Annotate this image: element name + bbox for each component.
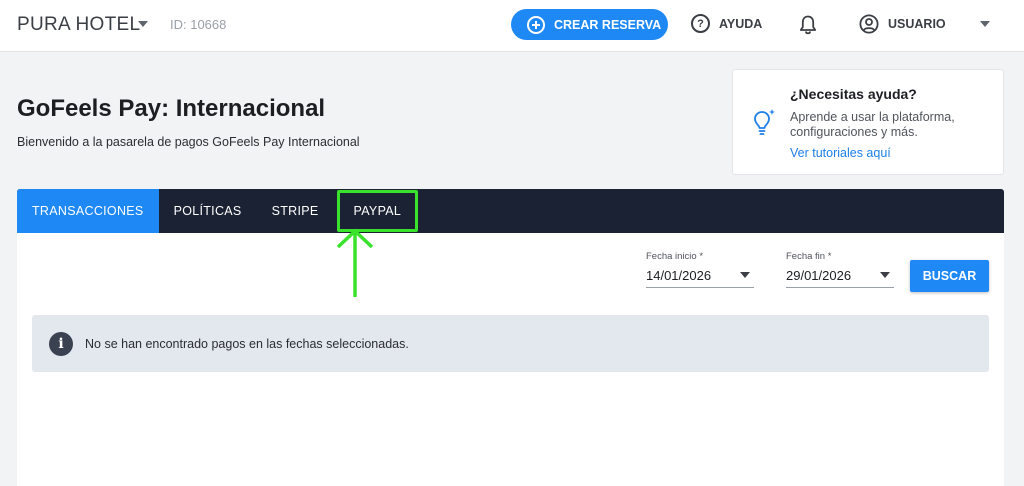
help-card-title: ¿Necesitas ayuda? [790, 86, 917, 102]
tutoriales-link[interactable]: Ver tutoriales aquí [790, 146, 891, 160]
fecha-fin-label: Fecha fin * [786, 251, 832, 262]
chevron-down-icon [740, 272, 750, 278]
fecha-inicio-field: Fecha inicio * 14/01/2026 [646, 251, 754, 288]
bell-icon[interactable] [798, 14, 818, 36]
hotel-name[interactable]: PURA HOTEL [17, 14, 140, 36]
page-title: GoFeels Pay: Internacional [17, 95, 326, 122]
alert-text: No se han encontrado pagos en las fechas… [85, 336, 409, 351]
user-circle-icon [859, 14, 879, 34]
annotation-arrow-up-icon [336, 228, 374, 297]
help-card-text: Aprende a usar la plataforma, configurac… [790, 110, 955, 139]
usuario-menu[interactable]: USUARIO [859, 14, 946, 34]
lightbulb-icon [754, 109, 775, 135]
fecha-fin-select[interactable]: 29/01/2026 [786, 268, 894, 288]
no-payments-alert: i No se han encontrado pagos en las fech… [32, 315, 989, 372]
tab-politicas[interactable]: POLÍTICAS [159, 189, 257, 233]
tab-stripe[interactable]: STRIPE [257, 189, 334, 233]
info-icon: i [49, 331, 73, 356]
ayuda-button[interactable]: ? AYUDA [691, 14, 762, 33]
plus-circle-icon [527, 15, 545, 34]
help-circle-icon: ? [691, 14, 710, 33]
top-bar: PURA HOTEL ID: 10668 CREAR RESERVA ? AYU… [0, 0, 1024, 52]
hotel-id: ID: 10668 [170, 17, 227, 32]
ayuda-label: AYUDA [719, 16, 763, 31]
fecha-inicio-label: Fecha inicio * [646, 251, 704, 262]
crear-reserva-button[interactable]: CREAR RESERVA [511, 9, 668, 40]
page-subtitle: Bienvenido a la pasarela de pagos GoFeel… [17, 135, 360, 149]
crear-reserva-label: CREAR RESERVA [554, 17, 662, 32]
fecha-fin-field: Fecha fin * 29/01/2026 [786, 251, 894, 288]
buscar-button[interactable]: BUSCAR [910, 260, 989, 292]
usuario-label: USUARIO [888, 17, 946, 31]
help-card: ¿Necesitas ayuda? Aprende a usar la plat… [732, 69, 1004, 175]
fecha-inicio-select[interactable]: 14/01/2026 [646, 268, 754, 288]
tab-transacciones[interactable]: TRANSACCIONES [17, 189, 159, 233]
user-chevron-down-icon[interactable] [980, 21, 990, 27]
chevron-down-icon [880, 272, 890, 278]
fecha-fin-value: 29/01/2026 [786, 268, 852, 283]
hotel-chevron-down-icon[interactable] [138, 21, 148, 27]
tab-bar: TRANSACCIONES POLÍTICAS STRIPE PAYPAL [17, 189, 1004, 233]
transactions-panel: Fecha inicio * 14/01/2026 Fecha fin * 29… [17, 233, 1004, 486]
fecha-inicio-value: 14/01/2026 [646, 268, 712, 283]
